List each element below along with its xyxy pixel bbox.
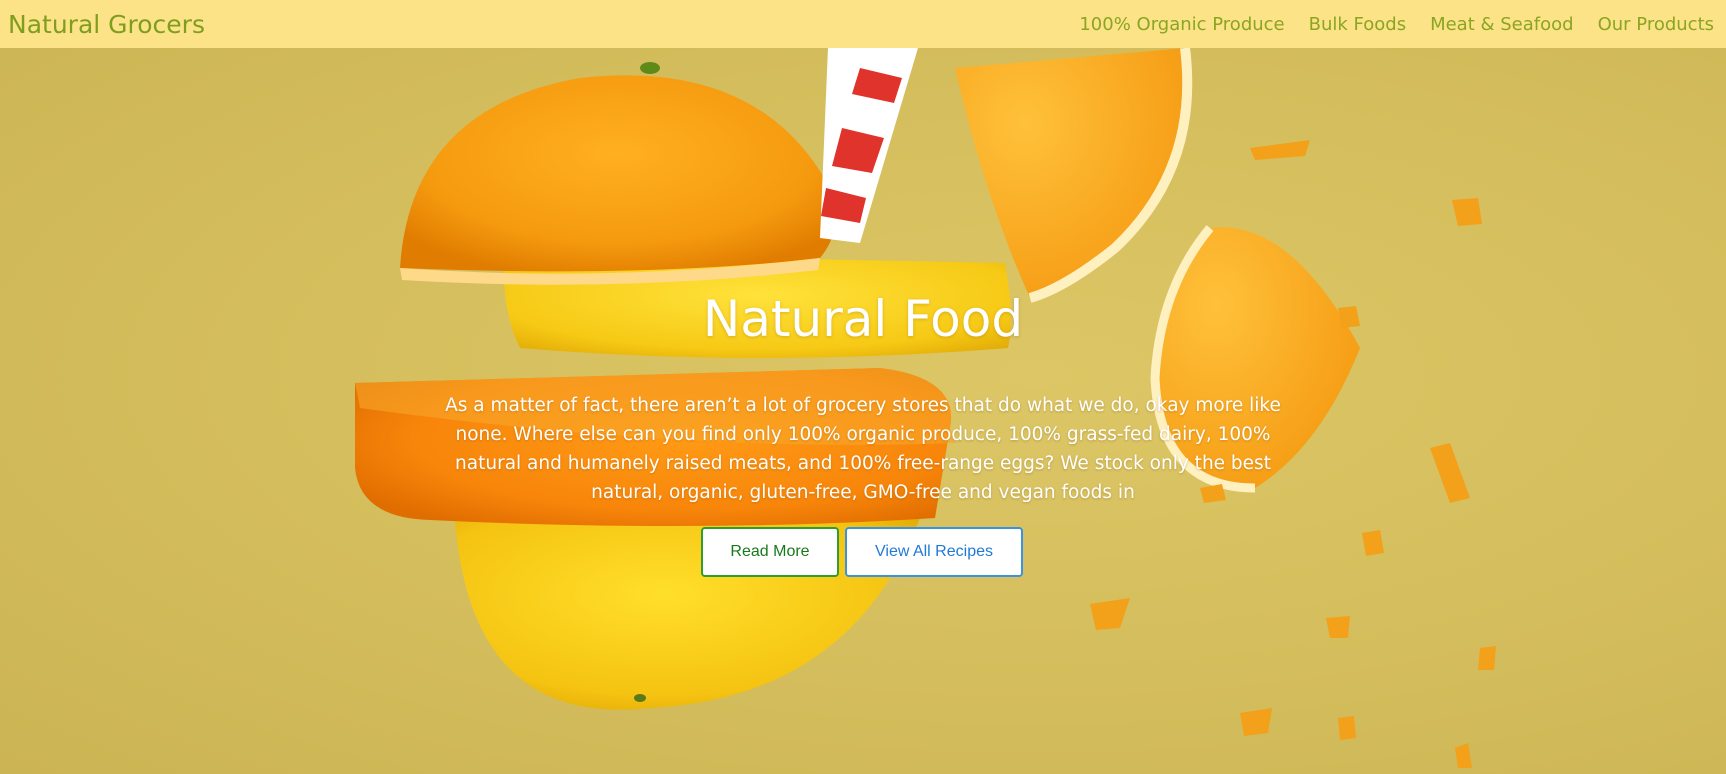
nav-links: 100% Organic Produce Bulk Foods Meat & S…: [1055, 14, 1714, 35]
hero-buttons: Read More View All Recipes: [701, 527, 1023, 577]
nav-link-meat-seafood[interactable]: Meat & Seafood: [1430, 14, 1574, 35]
hero-section: Natural Food As a matter of fact, there …: [0, 48, 1726, 774]
brand-logo-link[interactable]: Natural Grocers: [8, 10, 205, 39]
nav-link-our-products[interactable]: Our Products: [1598, 14, 1714, 35]
nav-link-organic-produce[interactable]: 100% Organic Produce: [1079, 14, 1284, 35]
nav-link-bulk-foods[interactable]: Bulk Foods: [1309, 14, 1406, 35]
hero-title: Natural Food: [702, 290, 1024, 348]
navbar: Natural Grocers 100% Organic Produce Bul…: [0, 0, 1726, 48]
hero-description: As a matter of fact, there aren’t a lot …: [445, 395, 1281, 503]
hero-content: Natural Food As a matter of fact, there …: [0, 48, 1726, 774]
page: Natural Grocers 100% Organic Produce Bul…: [0, 0, 1726, 774]
read-more-button[interactable]: Read More: [701, 527, 839, 577]
view-all-recipes-button[interactable]: View All Recipes: [845, 527, 1023, 577]
